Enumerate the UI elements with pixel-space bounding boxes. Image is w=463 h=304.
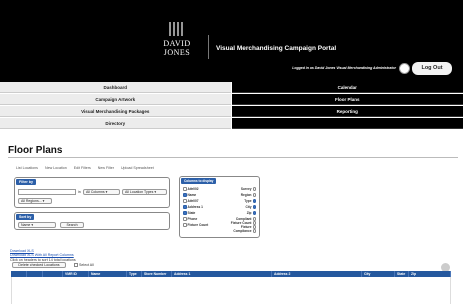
filter-in-label: in	[78, 190, 81, 194]
logo-line-2: JONES	[163, 48, 191, 57]
column-option-label: Region	[240, 193, 252, 197]
nav-row: Visual Merchandising Packages Reporting	[0, 106, 463, 118]
column-option-address-1[interactable]: Address 1	[183, 205, 203, 209]
checkbox-icon[interactable]	[252, 193, 256, 197]
filter-panel: Filter by in All Columns ▾ All Location …	[14, 177, 170, 208]
nav-item-directory[interactable]: Directory	[0, 118, 231, 129]
column-option-label: State	[187, 211, 196, 215]
column-option-label: Survey	[240, 187, 252, 191]
column-option-city[interactable]: City	[245, 205, 256, 209]
nav-row: Dashboard Calendar	[0, 82, 463, 94]
portal-title: Visual Merchandising Campaign Portal	[216, 45, 337, 52]
column-option-label: Fixture Count	[187, 223, 209, 227]
columns-display-tag: Columns to display	[181, 178, 217, 184]
column-option-fixture-count[interactable]: Fixture Count	[183, 223, 208, 227]
subnav-list-locations[interactable]: List Locations	[16, 166, 38, 170]
column-option-attr002[interactable]: Attr002	[183, 187, 198, 191]
columns-display-panel: Columns to display Attr002 Name Attr007 Add…	[179, 176, 260, 238]
sort-field-select[interactable]: Name ▾	[18, 222, 56, 228]
locations-table-body	[11, 277, 451, 304]
logged-in-text: Logged in as David Jones Visual Merchand…	[292, 66, 396, 70]
nav-item-dashboard[interactable]: Dashboard	[0, 82, 231, 93]
delete-locations-button[interactable]: Delete checked Locations	[12, 262, 66, 268]
subnav-new-location[interactable]: New Location	[45, 166, 67, 170]
nav-item-floor-plans[interactable]: Floor Plans	[231, 94, 463, 105]
column-option-phone[interactable]: Phone	[183, 217, 197, 221]
subnav: List Locations New Location Edit Filters…	[16, 166, 154, 170]
download-xls-all-link[interactable]: Download XLS With All Report Columns	[10, 253, 76, 257]
site-header: DAVID JONES Visual Merchandising Campaig…	[0, 0, 463, 82]
page-title: Floor Plans	[8, 145, 63, 156]
checkbox-icon[interactable]	[183, 193, 187, 197]
regions-select-value: All Regions...	[21, 199, 42, 203]
checkbox-icon[interactable]	[183, 223, 187, 227]
column-option-label: City	[245, 205, 252, 209]
avatar[interactable]	[399, 63, 410, 74]
column-option-label: Type	[244, 199, 252, 203]
column-option-label: Attr007	[187, 199, 199, 203]
logo-mark-icon	[169, 22, 183, 36]
nav-item-empty	[231, 118, 463, 129]
checkbox-icon[interactable]	[252, 229, 256, 233]
checkbox-icon[interactable]	[183, 199, 187, 203]
column-option-state[interactable]: State	[183, 211, 195, 215]
search-button[interactable]: Search	[60, 222, 84, 228]
column-option-compliance[interactable]: Compliance	[233, 229, 256, 233]
column-option-attr007[interactable]: Attr007	[183, 199, 198, 203]
checkbox-icon[interactable]	[183, 211, 187, 215]
nav-item-campaign-artwork[interactable]: Campaign Artwork	[0, 94, 231, 105]
logo-divider	[208, 35, 209, 59]
column-option-zip[interactable]: Zip	[247, 211, 256, 215]
sort-panel: Sort by Name ▾ Search	[14, 212, 170, 230]
nav-item-calendar[interactable]: Calendar	[231, 82, 463, 93]
checkbox-icon[interactable]	[252, 205, 256, 209]
logo-line-1: DAVID	[163, 39, 191, 48]
filter-search-input[interactable]	[18, 189, 76, 195]
download-links: Download XLS Download XLS With All Repor…	[10, 249, 76, 262]
checkbox-icon[interactable]	[183, 217, 187, 221]
column-option-label: Compliance	[233, 229, 252, 233]
main-nav: Dashboard Calendar Campaign Artwork Floo…	[0, 82, 463, 130]
checkbox-icon[interactable]	[252, 199, 256, 203]
columns-select[interactable]: All Columns ▾	[83, 189, 120, 195]
subnav-new-filter[interactable]: New Filter	[98, 166, 114, 170]
title-divider	[8, 157, 458, 158]
location-types-select-value: All Location Types	[125, 190, 154, 194]
logout-button[interactable]: Log Out	[412, 62, 452, 75]
column-option-label: Zip	[246, 211, 252, 215]
column-option-name[interactable]: Name	[183, 193, 196, 197]
nav-row: Campaign Artwork Floor Plans	[0, 94, 463, 106]
column-option-label: Name	[187, 193, 197, 197]
column-option-survey[interactable]: Survey	[241, 187, 256, 191]
select-all-label: Select All	[79, 263, 94, 267]
select-all-checkbox[interactable]	[74, 263, 78, 267]
nav-row: Directory	[0, 118, 463, 130]
filter-tag: Filter by	[16, 179, 36, 185]
checkbox-icon[interactable]	[252, 211, 256, 215]
checkbox-icon[interactable]	[252, 187, 256, 191]
column-option-region[interactable]: Region	[241, 193, 256, 197]
columns-select-value: All Columns	[86, 190, 105, 194]
regions-select[interactable]: All Regions... ▾	[18, 198, 52, 204]
sort-field-select-value: Name	[21, 223, 31, 227]
nav-item-reporting[interactable]: Reporting	[231, 106, 463, 117]
column-option-type[interactable]: Type	[244, 199, 256, 203]
brand-logo[interactable]: DAVID JONES	[160, 39, 194, 57]
checkbox-icon[interactable]	[183, 205, 187, 209]
column-option-label: Address 1	[187, 205, 203, 209]
location-types-select[interactable]: All Location Types ▾	[122, 189, 167, 195]
nav-item-vm-packages[interactable]: Visual Merchandising Packages	[0, 106, 231, 117]
sort-tag: Sort by	[16, 214, 35, 220]
checkbox-icon[interactable]	[183, 187, 187, 191]
column-option-label: Attr002	[187, 187, 199, 191]
column-option-label: Phone	[187, 217, 198, 221]
subnav-edit-filters[interactable]: Edit Filters	[74, 166, 91, 170]
subnav-upload-spreadsheet[interactable]: Upload Spreadsheet	[121, 166, 154, 170]
